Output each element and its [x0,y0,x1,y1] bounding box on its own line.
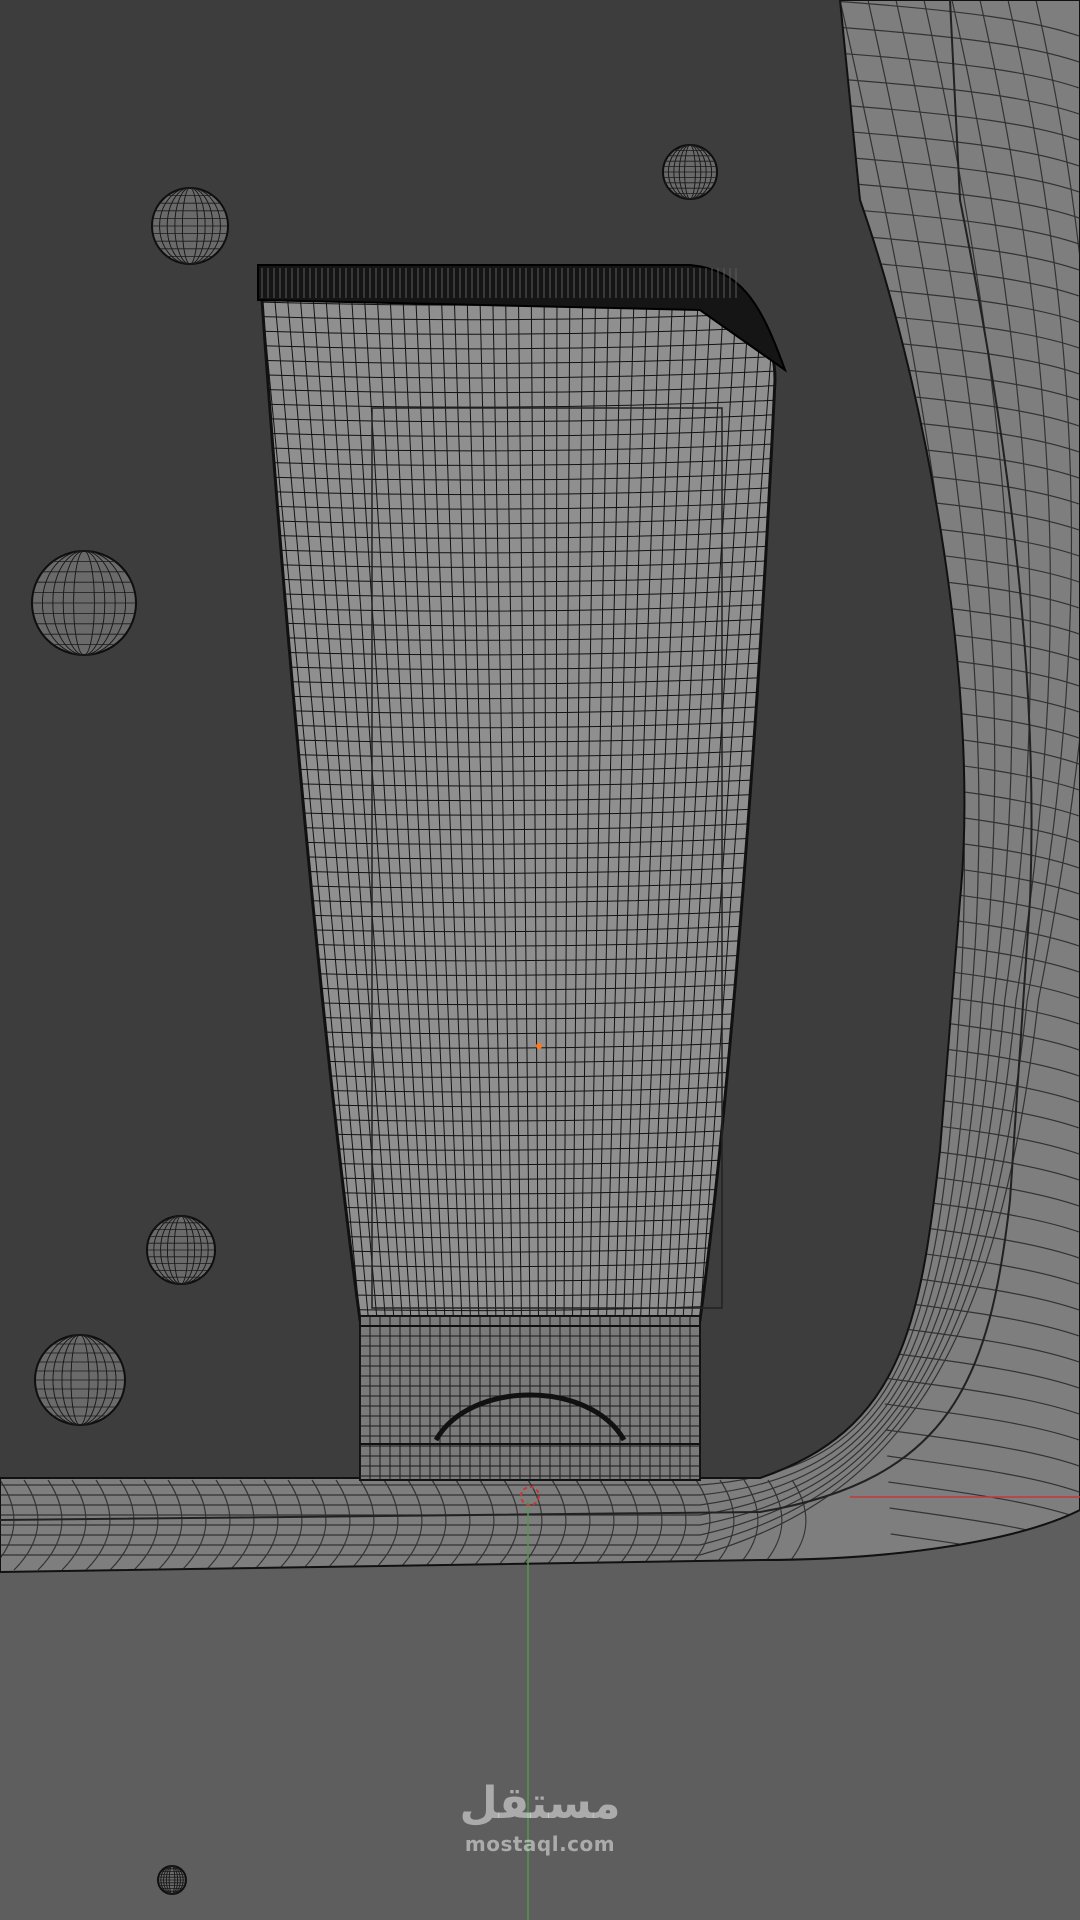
tube-cap[interactable] [359,1315,701,1481]
sphere[interactable] [151,187,229,265]
sphere[interactable] [157,1865,187,1895]
watermark-url: mostaql.com [464,1832,616,1856]
sphere[interactable] [34,1334,126,1426]
sphere[interactable] [146,1215,216,1285]
3d-viewport[interactable]: مستقل mostaql.com [0,0,1080,1920]
sphere[interactable] [31,550,137,656]
tube-body[interactable] [200,296,820,1325]
watermark-logo: مستقل [459,1778,621,1829]
object-origin-dot [536,1043,542,1049]
wireframe-scene[interactable] [0,0,1080,1920]
sphere[interactable] [662,144,718,200]
